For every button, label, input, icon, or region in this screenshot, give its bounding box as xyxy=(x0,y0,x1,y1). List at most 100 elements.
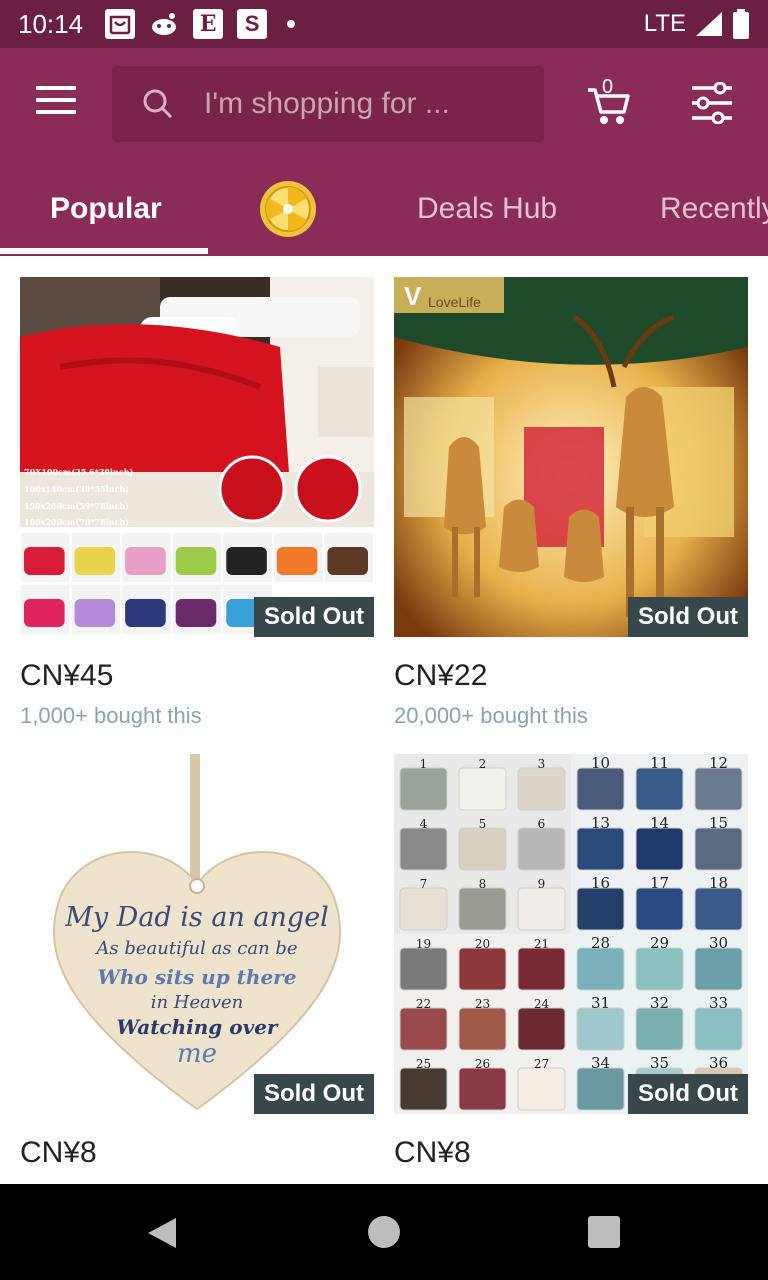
cushion-number: 15 xyxy=(709,814,728,832)
plaque-line: Who sits up there xyxy=(98,965,297,989)
etsy-icon: E xyxy=(193,9,224,39)
size-label: 180x200cm(70*78inch) xyxy=(24,517,129,527)
network-type: LTE xyxy=(643,10,686,37)
reddit-icon xyxy=(149,9,179,39)
cushion-number: 7 xyxy=(420,877,428,891)
tab-deals-hub[interactable]: Deals Hub xyxy=(417,192,557,226)
prize-wheel-icon[interactable] xyxy=(259,180,317,238)
cushion-image xyxy=(694,1007,743,1051)
dot-icon xyxy=(287,20,296,28)
color-swatch xyxy=(74,599,116,627)
cushion-image xyxy=(694,767,743,811)
home-icon[interactable] xyxy=(368,1216,400,1248)
cushion-image xyxy=(576,887,625,931)
product-grid: 70X100cm(25.6*39inch) 100x140cm(39*55inc… xyxy=(0,256,768,1184)
color-swatch xyxy=(175,599,217,627)
cushion-image xyxy=(694,887,743,931)
cushion-number: 34 xyxy=(591,1054,610,1072)
product-price: CN¥8 xyxy=(20,1136,97,1169)
cushion-image xyxy=(576,827,625,871)
s-app-icon: S xyxy=(237,9,268,39)
svg-text:V: V xyxy=(404,281,422,311)
cushion-covers-collage-photo[interactable]: 1 2 3 10 11 12 4 5 6 13 14 15 7 8 9 16 17 18 19 20 21 28 29 30 2… xyxy=(394,754,748,1114)
cushion-number: 19 xyxy=(416,937,431,951)
product-price: CN¥8 xyxy=(394,1136,471,1169)
tab-recently[interactable]: Recently xyxy=(660,192,768,226)
cushion-image xyxy=(458,767,507,811)
filter-icon[interactable] xyxy=(690,82,734,124)
product-card[interactable]: 70X100cm(25.6*39inch) 100x140cm(39*55inc… xyxy=(20,277,374,729)
cushion-image xyxy=(399,887,448,931)
cushion-number: 18 xyxy=(709,874,728,892)
active-tab-indicator xyxy=(0,248,208,254)
color-swatch xyxy=(74,547,116,575)
cushion-number: 6 xyxy=(538,817,546,831)
cushion-image xyxy=(399,767,448,811)
cushion-number: 23 xyxy=(475,997,490,1011)
red-blanket-photo[interactable]: 70X100cm(25.6*39inch) 100x140cm(39*55inc… xyxy=(20,277,374,637)
color-swatch xyxy=(125,547,166,575)
cushion-image xyxy=(399,827,448,871)
signal-icon xyxy=(696,12,722,36)
cushion-image xyxy=(635,827,684,871)
tab-popular[interactable]: Popular xyxy=(50,192,162,226)
cushion-number: 33 xyxy=(709,994,728,1012)
app-header: I'm shopping for ... 0 Popular Deals Hub… xyxy=(0,48,768,256)
cushion-image xyxy=(399,1007,448,1051)
plaque-line: me xyxy=(177,1039,217,1069)
cushion-image xyxy=(635,767,684,811)
size-label: 150x200cm(59*78inch) xyxy=(24,501,129,511)
cushion-number: 21 xyxy=(534,937,549,951)
cushion-number: 30 xyxy=(709,934,728,952)
cushion-number: 27 xyxy=(534,1057,549,1071)
product-card[interactable]: 1 2 3 10 11 12 4 5 6 13 14 15 7 8 9 16 17 18 19 20 21 28 29 30 2… xyxy=(394,754,748,1170)
cushion-image xyxy=(576,767,625,811)
battery-icon xyxy=(733,9,749,39)
wooden-heart-plaque-photo[interactable]: My Dad is an angel As beautiful as can b… xyxy=(20,754,374,1114)
cushion-number: 11 xyxy=(650,754,669,772)
plaque-line: My Dad is an angel xyxy=(64,902,329,933)
cushion-number: 28 xyxy=(591,934,610,952)
cushion-image xyxy=(694,947,743,991)
cushion-image xyxy=(694,827,743,871)
back-icon[interactable] xyxy=(146,1216,178,1250)
cushion-image xyxy=(635,887,684,931)
cushion-image xyxy=(399,947,448,991)
cushion-number: 35 xyxy=(650,1054,669,1072)
cushion-number: 24 xyxy=(534,997,550,1011)
product-card[interactable]: My Dad is an angel As beautiful as can b… xyxy=(20,754,374,1170)
cushion-number: 22 xyxy=(416,997,431,1011)
cushion-image xyxy=(576,947,625,991)
cushion-image xyxy=(399,1067,448,1111)
color-swatch xyxy=(24,599,65,627)
recents-icon[interactable] xyxy=(588,1216,620,1248)
cushion-number: 36 xyxy=(709,1054,728,1072)
plaque-line: As beautiful as can be xyxy=(94,938,297,959)
cushion-number: 26 xyxy=(475,1057,490,1071)
cushion-image xyxy=(635,1007,684,1051)
cushion-image xyxy=(458,887,507,931)
cushion-image xyxy=(458,947,507,991)
cart-count: 0 xyxy=(602,76,614,98)
sold-out-badge: Sold Out xyxy=(628,1074,748,1114)
cushion-number: 9 xyxy=(538,877,546,891)
search-input[interactable]: I'm shopping for ... xyxy=(112,66,544,142)
christmas-reindeer-photo[interactable]: V LoveLife Sold Out xyxy=(394,277,748,637)
cushion-image xyxy=(517,827,566,871)
cushion-image xyxy=(517,767,566,811)
size-label: 100x140cm(39*55inch) xyxy=(24,484,129,494)
cushion-number: 2 xyxy=(479,757,487,771)
menu-icon[interactable] xyxy=(36,86,76,120)
cushion-number: 13 xyxy=(591,814,610,832)
cushion-number: 5 xyxy=(479,817,487,831)
bag-icon xyxy=(105,9,136,39)
product-card[interactable]: V LoveLife Sold Out CN¥22 20,000+ bought… xyxy=(394,277,748,729)
cushion-image xyxy=(458,827,507,871)
product-price: CN¥22 xyxy=(394,659,488,692)
system-nav-bar xyxy=(0,1184,768,1280)
cushion-number: 31 xyxy=(591,994,610,1012)
cushion-image xyxy=(517,1067,566,1111)
cushion-number: 20 xyxy=(475,937,490,951)
sold-out-badge: Sold Out xyxy=(254,597,374,637)
search-icon xyxy=(143,89,173,119)
